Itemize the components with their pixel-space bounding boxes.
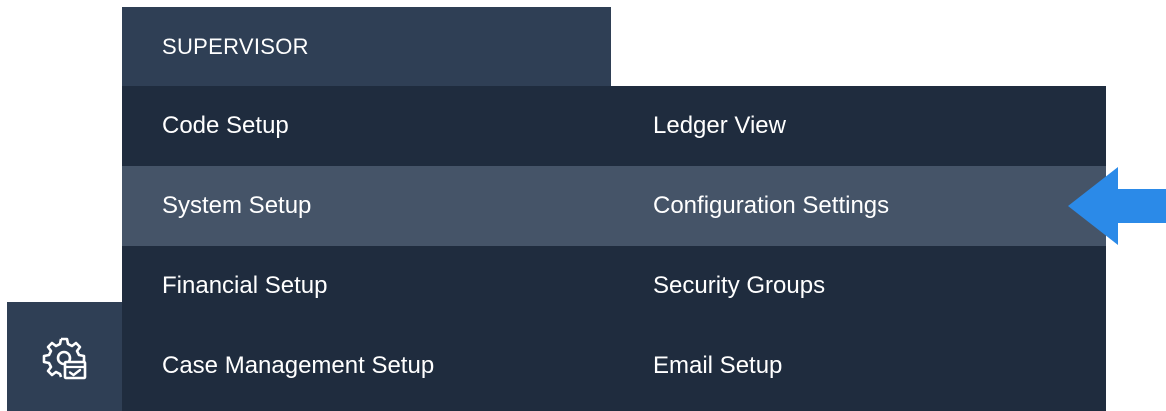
menu-item-code-setup[interactable]: Code Setup bbox=[162, 86, 289, 166]
menu-row: Case Management Setup Email Setup bbox=[122, 326, 1106, 406]
arrow-left-icon bbox=[1068, 167, 1166, 245]
menu-panel: Code Setup Ledger View System Setup Conf… bbox=[122, 86, 1106, 411]
supervisor-tab[interactable] bbox=[7, 302, 122, 411]
menu-item-financial-setup[interactable]: Financial Setup bbox=[162, 246, 327, 326]
supervisor-menu-screen: SUPERVISOR Code Setup Ledger View System… bbox=[0, 0, 1166, 411]
menu-item-ledger-view[interactable]: Ledger View bbox=[653, 86, 786, 166]
menu-item-system-setup[interactable]: System Setup bbox=[162, 166, 311, 246]
menu-item-case-management-setup[interactable]: Case Management Setup bbox=[162, 326, 434, 406]
menu-header: SUPERVISOR bbox=[122, 7, 611, 86]
menu-row-highlighted: System Setup Configuration Settings bbox=[122, 166, 1106, 246]
menu-item-security-groups[interactable]: Security Groups bbox=[653, 246, 825, 326]
menu-item-email-setup[interactable]: Email Setup bbox=[653, 326, 782, 406]
settings-gear-checklist-icon bbox=[42, 337, 86, 379]
menu-row: Financial Setup Security Groups bbox=[122, 246, 1106, 326]
menu-item-configuration-settings[interactable]: Configuration Settings bbox=[653, 166, 889, 246]
menu-row: Code Setup Ledger View bbox=[122, 86, 1106, 166]
